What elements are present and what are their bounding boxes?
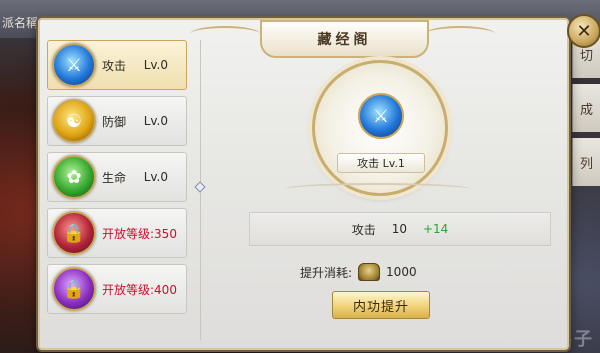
cost-value: 1000: [386, 265, 417, 279]
attack-icon: ⚔: [358, 93, 404, 139]
skill-item-attack[interactable]: ⚔ 攻击 Lv.0: [47, 40, 187, 90]
skill-level: Lv.0: [143, 58, 168, 72]
defense-icon: ☯: [52, 99, 96, 143]
stat-name: 攻击: [351, 222, 376, 237]
skill-item-life[interactable]: ✿ 生命 Lv.0: [47, 152, 187, 202]
attack-icon: ⚔: [52, 43, 96, 87]
coin-icon: [358, 263, 381, 281]
orb-pedestal: [285, 183, 470, 195]
skill-name: 攻击: [102, 58, 127, 73]
skill-name: 生命: [102, 170, 127, 185]
lock-icon: 🔒: [52, 211, 96, 255]
stat-bonus: +14: [422, 222, 449, 236]
skill-list: ⚔ 攻击 Lv.0 ☯ 防御 Lv.0 ✿ 生命 Lv.0 🔒 开放等级:350…: [47, 40, 187, 320]
skill-level: Lv.0: [143, 170, 168, 184]
unlock-requirement: 开放等级:350: [102, 226, 177, 241]
skill-orb: ⚔ 攻击 Lv.1: [312, 60, 448, 196]
unlock-requirement: 开放等级:400: [102, 282, 177, 297]
lock-icon: 🔒: [52, 267, 96, 311]
stat-value: 10: [391, 222, 407, 236]
side-tab-2[interactable]: 成: [572, 84, 600, 132]
orb-skill-label: 攻击 Lv.1: [337, 153, 425, 173]
upgrade-button[interactable]: 内功提升: [332, 291, 430, 319]
cost-label: 提升消耗:: [300, 265, 353, 280]
skill-item-locked-2[interactable]: 🔒 开放等级:400: [47, 264, 187, 314]
stat-row: 攻击 10 +14: [249, 212, 551, 246]
background-label: 派名稱: [2, 16, 39, 30]
upgrade-cost: 提升消耗: 1000: [300, 262, 417, 282]
skill-level: Lv.0: [143, 114, 168, 128]
close-icon: ✕: [576, 20, 592, 42]
right-side-tabs: 切 成 列: [572, 30, 600, 192]
skill-item-locked-1[interactable]: 🔒 开放等级:350: [47, 208, 187, 258]
side-tab-3[interactable]: 列: [572, 138, 600, 186]
title-ornament-right: [425, 26, 495, 42]
skill-name: 防御: [102, 114, 127, 129]
close-button[interactable]: ✕: [567, 14, 600, 48]
life-icon: ✿: [52, 155, 96, 199]
panel-title: 藏经阁: [260, 20, 429, 58]
skill-item-defense[interactable]: ☯ 防御 Lv.0: [47, 96, 187, 146]
